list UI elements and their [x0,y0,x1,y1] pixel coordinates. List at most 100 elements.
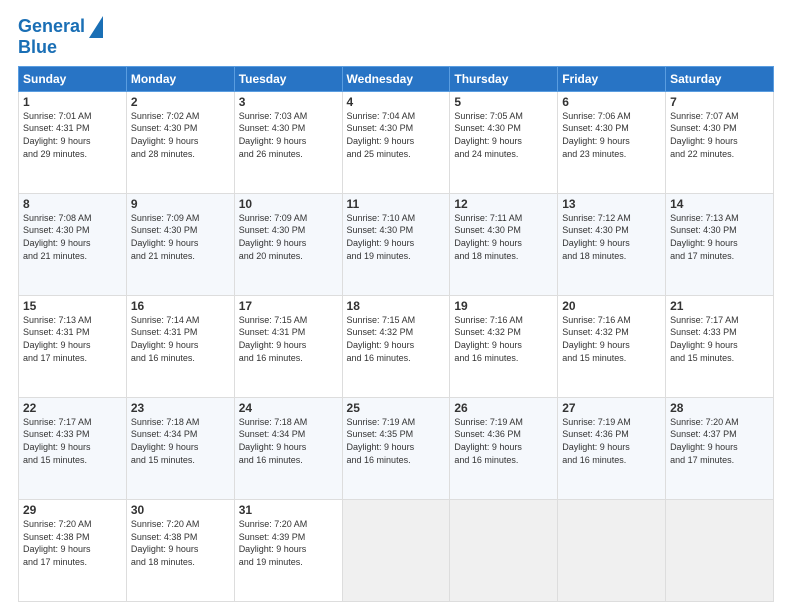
day-header-saturday: Saturday [666,66,774,91]
calendar: SundayMondayTuesdayWednesdayThursdayFrid… [18,66,774,602]
day-header-wednesday: Wednesday [342,66,450,91]
day-number: 5 [454,95,553,109]
day-info: Sunrise: 7:18 AMSunset: 4:34 PMDaylight:… [131,416,230,466]
day-info: Sunrise: 7:09 AMSunset: 4:30 PMDaylight:… [239,212,338,262]
calendar-cell: 13Sunrise: 7:12 AMSunset: 4:30 PMDayligh… [558,193,666,295]
day-info: Sunrise: 7:13 AMSunset: 4:31 PMDaylight:… [23,314,122,364]
day-number: 22 [23,401,122,415]
calendar-cell [666,499,774,601]
calendar-cell [450,499,558,601]
calendar-cell: 24Sunrise: 7:18 AMSunset: 4:34 PMDayligh… [234,397,342,499]
calendar-cell: 2Sunrise: 7:02 AMSunset: 4:30 PMDaylight… [126,91,234,193]
calendar-cell [558,499,666,601]
day-header-thursday: Thursday [450,66,558,91]
calendar-cell: 30Sunrise: 7:20 AMSunset: 4:38 PMDayligh… [126,499,234,601]
calendar-cell: 9Sunrise: 7:09 AMSunset: 4:30 PMDaylight… [126,193,234,295]
day-number: 11 [347,197,446,211]
logo-triangle-icon [89,16,103,38]
calendar-cell: 26Sunrise: 7:19 AMSunset: 4:36 PMDayligh… [450,397,558,499]
calendar-cell: 12Sunrise: 7:11 AMSunset: 4:30 PMDayligh… [450,193,558,295]
calendar-cell: 23Sunrise: 7:18 AMSunset: 4:34 PMDayligh… [126,397,234,499]
calendar-cell: 16Sunrise: 7:14 AMSunset: 4:31 PMDayligh… [126,295,234,397]
calendar-row: 8Sunrise: 7:08 AMSunset: 4:30 PMDaylight… [19,193,774,295]
day-info: Sunrise: 7:14 AMSunset: 4:31 PMDaylight:… [131,314,230,364]
logo-text-blue: Blue [18,38,57,58]
day-number: 30 [131,503,230,517]
day-number: 12 [454,197,553,211]
day-info: Sunrise: 7:18 AMSunset: 4:34 PMDaylight:… [239,416,338,466]
calendar-cell: 5Sunrise: 7:05 AMSunset: 4:30 PMDaylight… [450,91,558,193]
day-header-tuesday: Tuesday [234,66,342,91]
day-info: Sunrise: 7:20 AMSunset: 4:38 PMDaylight:… [23,518,122,568]
calendar-cell: 8Sunrise: 7:08 AMSunset: 4:30 PMDaylight… [19,193,127,295]
calendar-cell: 11Sunrise: 7:10 AMSunset: 4:30 PMDayligh… [342,193,450,295]
calendar-cell: 4Sunrise: 7:04 AMSunset: 4:30 PMDaylight… [342,91,450,193]
calendar-row: 1Sunrise: 7:01 AMSunset: 4:31 PMDaylight… [19,91,774,193]
day-info: Sunrise: 7:02 AMSunset: 4:30 PMDaylight:… [131,110,230,160]
day-info: Sunrise: 7:13 AMSunset: 4:30 PMDaylight:… [670,212,769,262]
day-info: Sunrise: 7:15 AMSunset: 4:31 PMDaylight:… [239,314,338,364]
logo: General Blue [18,16,103,58]
day-info: Sunrise: 7:11 AMSunset: 4:30 PMDaylight:… [454,212,553,262]
day-number: 31 [239,503,338,517]
day-number: 10 [239,197,338,211]
calendar-cell: 7Sunrise: 7:07 AMSunset: 4:30 PMDaylight… [666,91,774,193]
calendar-cell: 19Sunrise: 7:16 AMSunset: 4:32 PMDayligh… [450,295,558,397]
day-number: 19 [454,299,553,313]
calendar-cell: 3Sunrise: 7:03 AMSunset: 4:30 PMDaylight… [234,91,342,193]
day-number: 18 [347,299,446,313]
calendar-cell: 15Sunrise: 7:13 AMSunset: 4:31 PMDayligh… [19,295,127,397]
day-number: 14 [670,197,769,211]
day-header-monday: Monday [126,66,234,91]
calendar-cell: 25Sunrise: 7:19 AMSunset: 4:35 PMDayligh… [342,397,450,499]
day-header-friday: Friday [558,66,666,91]
day-number: 27 [562,401,661,415]
day-info: Sunrise: 7:05 AMSunset: 4:30 PMDaylight:… [454,110,553,160]
day-number: 2 [131,95,230,109]
logo-text: General [18,17,85,37]
day-info: Sunrise: 7:06 AMSunset: 4:30 PMDaylight:… [562,110,661,160]
day-number: 9 [131,197,230,211]
day-number: 7 [670,95,769,109]
day-info: Sunrise: 7:03 AMSunset: 4:30 PMDaylight:… [239,110,338,160]
calendar-cell: 29Sunrise: 7:20 AMSunset: 4:38 PMDayligh… [19,499,127,601]
day-info: Sunrise: 7:12 AMSunset: 4:30 PMDaylight:… [562,212,661,262]
page: General Blue SundayMondayTuesdayWednesda… [0,0,792,612]
day-number: 6 [562,95,661,109]
day-number: 17 [239,299,338,313]
calendar-cell: 10Sunrise: 7:09 AMSunset: 4:30 PMDayligh… [234,193,342,295]
day-info: Sunrise: 7:04 AMSunset: 4:30 PMDaylight:… [347,110,446,160]
day-number: 15 [23,299,122,313]
day-number: 24 [239,401,338,415]
calendar-cell [342,499,450,601]
header: General Blue [18,16,774,58]
calendar-cell: 27Sunrise: 7:19 AMSunset: 4:36 PMDayligh… [558,397,666,499]
day-info: Sunrise: 7:09 AMSunset: 4:30 PMDaylight:… [131,212,230,262]
calendar-row: 29Sunrise: 7:20 AMSunset: 4:38 PMDayligh… [19,499,774,601]
day-info: Sunrise: 7:19 AMSunset: 4:36 PMDaylight:… [454,416,553,466]
day-number: 13 [562,197,661,211]
day-number: 3 [239,95,338,109]
day-info: Sunrise: 7:19 AMSunset: 4:35 PMDaylight:… [347,416,446,466]
day-info: Sunrise: 7:20 AMSunset: 4:38 PMDaylight:… [131,518,230,568]
day-info: Sunrise: 7:10 AMSunset: 4:30 PMDaylight:… [347,212,446,262]
day-number: 21 [670,299,769,313]
day-number: 23 [131,401,230,415]
day-info: Sunrise: 7:19 AMSunset: 4:36 PMDaylight:… [562,416,661,466]
calendar-cell: 21Sunrise: 7:17 AMSunset: 4:33 PMDayligh… [666,295,774,397]
day-info: Sunrise: 7:07 AMSunset: 4:30 PMDaylight:… [670,110,769,160]
day-info: Sunrise: 7:17 AMSunset: 4:33 PMDaylight:… [23,416,122,466]
day-number: 4 [347,95,446,109]
calendar-cell: 17Sunrise: 7:15 AMSunset: 4:31 PMDayligh… [234,295,342,397]
day-number: 29 [23,503,122,517]
calendar-cell: 20Sunrise: 7:16 AMSunset: 4:32 PMDayligh… [558,295,666,397]
calendar-row: 22Sunrise: 7:17 AMSunset: 4:33 PMDayligh… [19,397,774,499]
day-info: Sunrise: 7:01 AMSunset: 4:31 PMDaylight:… [23,110,122,160]
calendar-cell: 1Sunrise: 7:01 AMSunset: 4:31 PMDaylight… [19,91,127,193]
calendar-cell: 14Sunrise: 7:13 AMSunset: 4:30 PMDayligh… [666,193,774,295]
day-number: 28 [670,401,769,415]
calendar-row: 15Sunrise: 7:13 AMSunset: 4:31 PMDayligh… [19,295,774,397]
day-number: 20 [562,299,661,313]
calendar-cell: 31Sunrise: 7:20 AMSunset: 4:39 PMDayligh… [234,499,342,601]
calendar-cell: 28Sunrise: 7:20 AMSunset: 4:37 PMDayligh… [666,397,774,499]
